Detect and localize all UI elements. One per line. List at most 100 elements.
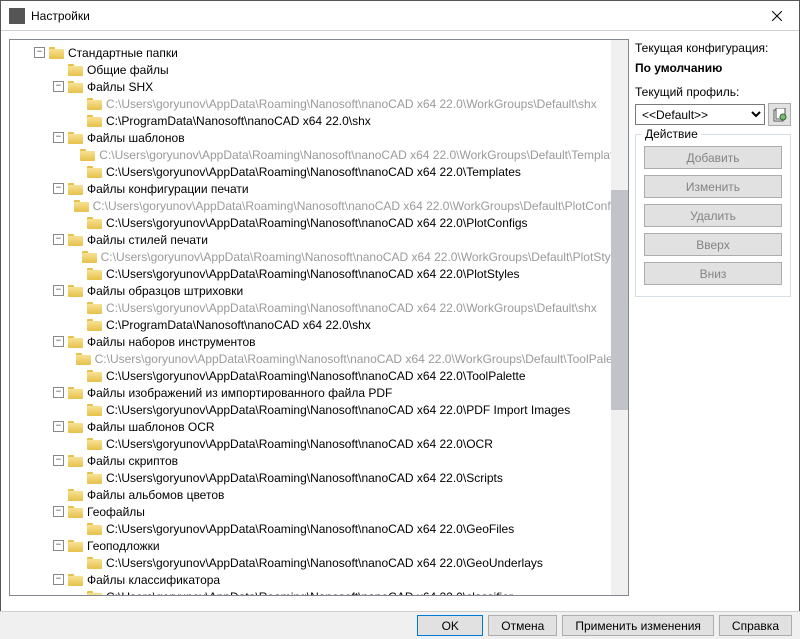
- tree-item[interactable]: − Стандартные папки: [12, 44, 626, 61]
- app-icon: [9, 8, 25, 24]
- add-button[interactable]: Добавить: [644, 146, 782, 169]
- folder-icon: [76, 352, 92, 365]
- tree-item-label: Файлы скриптов: [87, 454, 178, 468]
- tree-item[interactable]: − Файлы скриптов: [12, 452, 626, 469]
- cancel-button[interactable]: Отмена: [488, 615, 557, 636]
- vertical-scrollbar[interactable]: [611, 40, 628, 595]
- down-button[interactable]: Вниз: [644, 262, 782, 285]
- collapse-icon[interactable]: −: [53, 574, 64, 585]
- tree-item-label: C:\Users\goryunov\AppData\Roaming\Nanoso…: [106, 301, 597, 315]
- tree-item[interactable]: −Файлы стилей печати: [12, 231, 626, 248]
- collapse-icon[interactable]: −: [53, 285, 64, 296]
- tree-item[interactable]: Общие файлы: [12, 61, 626, 78]
- folder-icon: [68, 335, 84, 348]
- tree-item[interactable]: −Файлы шаблонов: [12, 129, 626, 146]
- collapse-icon[interactable]: −: [53, 506, 64, 517]
- tree-item[interactable]: C:\Users\goryunov\AppData\Roaming\Nanoso…: [12, 435, 626, 452]
- tree-item[interactable]: C:\ProgramData\Nanosoft\nanoCAD x64 22.0…: [12, 316, 626, 333]
- profile-manage-button[interactable]: [768, 103, 791, 126]
- folder-icon: [68, 284, 84, 297]
- collapse-icon[interactable]: −: [53, 234, 64, 245]
- profile-select[interactable]: <<Default>>: [635, 104, 765, 125]
- folder-icon: [87, 97, 103, 110]
- tree-item[interactable]: − Файлы образцов штриховки: [12, 282, 626, 299]
- tree-item[interactable]: C:\Users\goryunov\AppData\Roaming\Nanoso…: [12, 248, 626, 265]
- tree-item[interactable]: C:\Users\goryunov\AppData\Roaming\Nanoso…: [12, 163, 626, 180]
- collapse-icon[interactable]: −: [53, 132, 64, 143]
- tree-item[interactable]: C:\Users\goryunov\AppData\Roaming\Nanoso…: [12, 554, 626, 571]
- tree-item[interactable]: − Файлы изображений из импортированного ф…: [12, 384, 626, 401]
- tree-item[interactable]: −Геофайлы: [12, 503, 626, 520]
- edit-button[interactable]: Изменить: [644, 175, 782, 198]
- collapse-icon[interactable]: −: [53, 183, 64, 194]
- tree-item[interactable]: C:\Users\goryunov\AppData\Roaming\Nanoso…: [12, 588, 626, 595]
- tree-item[interactable]: C:\Users\goryunov\AppData\Roaming\Nanoso…: [12, 197, 626, 214]
- tree-item-label: C:\Users\goryunov\AppData\Roaming\Nanoso…: [106, 165, 521, 179]
- folder-icon: [68, 454, 84, 467]
- current-config-label: Текущая конфигурация:: [635, 41, 791, 55]
- tree-item[interactable]: C:\Users\goryunov\AppData\Roaming\Nanoso…: [12, 95, 626, 112]
- tree-item-label: Файлы образцов штриховки: [87, 284, 243, 298]
- tree-item-label: C:\Users\goryunov\AppData\Roaming\Nanoso…: [106, 369, 526, 383]
- scrollbar-thumb[interactable]: [611, 190, 628, 410]
- folder-icon: [82, 250, 98, 263]
- collapse-icon[interactable]: −: [53, 81, 64, 92]
- collapse-icon[interactable]: −: [53, 540, 64, 551]
- tree-item[interactable]: −Файлы шаблонов OCR: [12, 418, 626, 435]
- tree-item[interactable]: C:\Users\goryunov\AppData\Roaming\Nanoso…: [12, 299, 626, 316]
- tree-item[interactable]: C:\Users\goryunov\AppData\Roaming\Nanoso…: [12, 401, 626, 418]
- tree-item-label: C:\Users\goryunov\AppData\Roaming\Nanoso…: [106, 471, 503, 485]
- tree-item-label: Файлы классификатора: [87, 573, 220, 587]
- ok-button[interactable]: OK: [417, 615, 483, 636]
- delete-button[interactable]: Удалить: [644, 204, 782, 227]
- tree-item[interactable]: − Геоподложки: [12, 537, 626, 554]
- folder-icon: [87, 267, 103, 280]
- help-button[interactable]: Справка: [719, 615, 792, 636]
- tree-item[interactable]: C:\Users\goryunov\AppData\Roaming\Nanoso…: [12, 469, 626, 486]
- collapse-icon[interactable]: −: [53, 387, 64, 398]
- tree-item-label: C:\Users\goryunov\AppData\Roaming\Nanoso…: [106, 590, 513, 596]
- folder-icon: [49, 46, 65, 59]
- tree-item-label: C:\Users\goryunov\AppData\Roaming\Nanoso…: [106, 403, 570, 417]
- collapse-icon[interactable]: −: [34, 47, 45, 58]
- folder-icon: [68, 505, 84, 518]
- folder-icon: [87, 165, 103, 178]
- close-button[interactable]: [754, 1, 799, 30]
- tree-item[interactable]: C:\Users\goryunov\AppData\Roaming\Nanoso…: [12, 265, 626, 282]
- folder-icon: [87, 556, 103, 569]
- tree-item-label: Стандартные папки: [68, 46, 178, 60]
- folder-icon: [68, 80, 84, 93]
- tree-item-label: Файлы наборов инструментов: [87, 335, 256, 349]
- tree-item[interactable]: C:\Users\goryunov\AppData\Roaming\Nanoso…: [12, 214, 626, 231]
- apply-button[interactable]: Применить изменения: [562, 615, 714, 636]
- tree-item[interactable]: − Файлы наборов инструментов: [12, 333, 626, 350]
- tree-item[interactable]: C:\Users\goryunov\AppData\Roaming\Nanoso…: [12, 367, 626, 384]
- tree-item[interactable]: −Файлы SHX: [12, 78, 626, 95]
- current-config-value: По умолчанию: [635, 61, 791, 75]
- tree-item-label: C:\Users\goryunov\AppData\Roaming\Nanoso…: [106, 267, 520, 281]
- titlebar[interactable]: Настройки: [1, 1, 799, 31]
- collapse-icon[interactable]: −: [53, 336, 64, 347]
- tree-item-label: Геоподложки: [87, 539, 160, 553]
- tree-item-label: C:\ProgramData\Nanosoft\nanoCAD x64 22.0…: [106, 114, 371, 128]
- folder-icon: [68, 488, 84, 501]
- folder-icon: [87, 590, 103, 595]
- collapse-icon[interactable]: −: [53, 421, 64, 432]
- tree-item[interactable]: C:\Users\goryunov\AppData\Roaming\Nanoso…: [12, 146, 626, 163]
- tree-item-label: C:\Users\goryunov\AppData\Roaming\Nanoso…: [93, 199, 626, 213]
- tree-item-label: C:\ProgramData\Nanosoft\nanoCAD x64 22.0…: [106, 318, 371, 332]
- tree-item[interactable]: − Файлы классификатора: [12, 571, 626, 588]
- folder-tree[interactable]: −Стандартные папкиОбщие файлы−Файлы SHXC…: [10, 40, 628, 595]
- tree-item-label: C:\Users\goryunov\AppData\Roaming\Nanoso…: [106, 522, 514, 536]
- tree-item[interactable]: C:\Users\goryunov\AppData\Roaming\Nanoso…: [12, 350, 626, 367]
- tree-item-label: C:\Users\goryunov\AppData\Roaming\Nanoso…: [106, 437, 493, 451]
- tree-item[interactable]: C:\ProgramData\Nanosoft\nanoCAD x64 22.0…: [12, 112, 626, 129]
- folder-icon: [68, 131, 84, 144]
- up-button[interactable]: Вверх: [644, 233, 782, 256]
- tree-item[interactable]: −Файлы конфигурации печати: [12, 180, 626, 197]
- tree-item[interactable]: C:\Users\goryunov\AppData\Roaming\Nanoso…: [12, 520, 626, 537]
- folder-icon: [68, 63, 84, 76]
- collapse-icon[interactable]: −: [53, 455, 64, 466]
- tree-item-label: Файлы изображений из импортированного фа…: [87, 386, 392, 400]
- tree-item[interactable]: Файлы альбомов цветов: [12, 486, 626, 503]
